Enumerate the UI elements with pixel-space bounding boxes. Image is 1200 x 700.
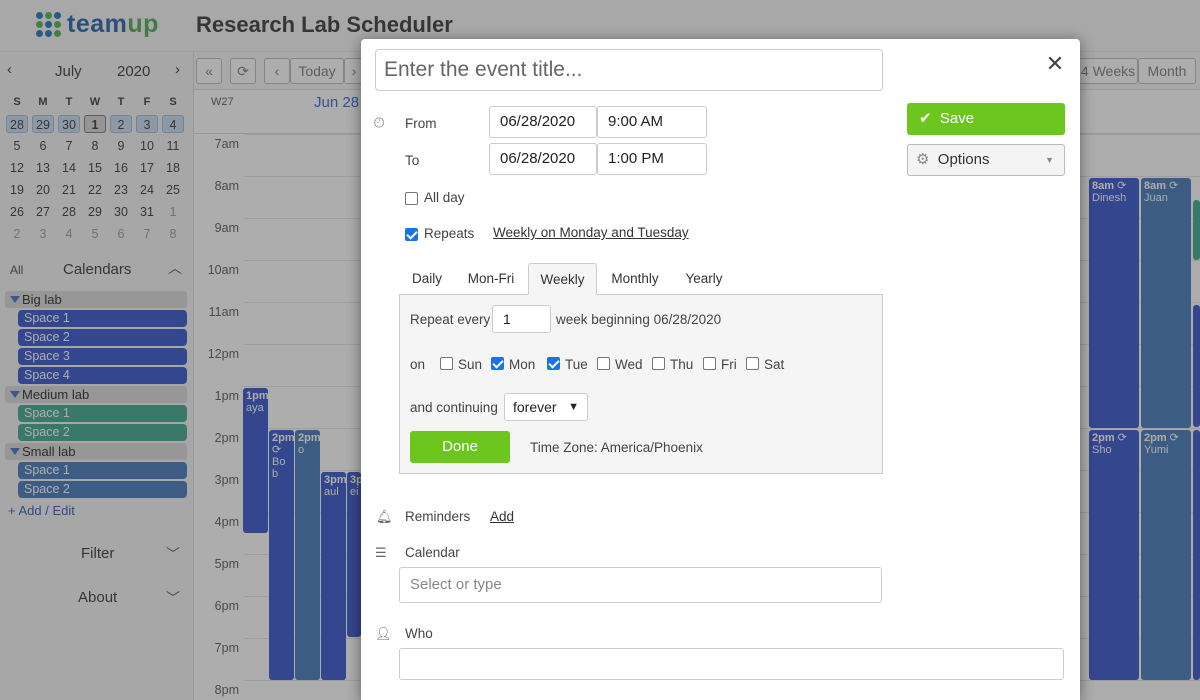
tab-mon-fri[interactable]: Mon-Fri bbox=[459, 263, 523, 295]
caret-down-icon: ▼ bbox=[1045, 155, 1054, 165]
weekday-label: Tue bbox=[565, 357, 588, 372]
continuing-label: and continuing bbox=[410, 400, 498, 415]
check-icon: ✔ bbox=[919, 110, 932, 127]
weekday-label: Sat bbox=[764, 357, 785, 372]
weekday-checkbox-mon[interactable] bbox=[491, 357, 504, 370]
to-date-field[interactable]: 06/28/2020 bbox=[489, 143, 597, 175]
from-time-field[interactable]: 9:00 AM bbox=[597, 106, 707, 138]
clock-icon: 🕘︎ bbox=[374, 115, 385, 130]
repeats-checkbox[interactable] bbox=[405, 228, 418, 241]
continuing-value: forever bbox=[513, 399, 557, 415]
all-day-label: All day bbox=[424, 190, 465, 205]
weekday-checkbox-sat[interactable] bbox=[746, 357, 759, 370]
tab-weekly[interactable]: Weekly bbox=[528, 263, 597, 295]
week-beginning-text: week beginning 06/28/2020 bbox=[556, 312, 722, 327]
event-title-input[interactable] bbox=[375, 49, 883, 91]
to-time-field[interactable]: 1:00 PM bbox=[597, 143, 707, 175]
calendar-select-input[interactable]: Select or type bbox=[399, 567, 882, 603]
repeat-every-label: Repeat every bbox=[410, 312, 491, 327]
weekday-label: Wed bbox=[615, 357, 643, 372]
who-label: Who bbox=[405, 626, 433, 641]
repeats-summary-link[interactable]: Weekly on Monday and Tuesday bbox=[493, 225, 689, 240]
calendar-label: Calendar bbox=[405, 545, 460, 560]
event-editor-dialog: ✕ 🕘︎ From 06/28/2020 9:00 AM To 06/28/20… bbox=[361, 39, 1080, 700]
tab-monthly[interactable]: Monthly bbox=[603, 263, 667, 295]
weekday-label: Sun bbox=[458, 357, 483, 372]
repeat-every-input[interactable]: 1 bbox=[492, 305, 551, 333]
weekday-label: Mon bbox=[509, 357, 536, 372]
all-day-checkbox[interactable] bbox=[405, 192, 418, 205]
reminders-label: Reminders bbox=[405, 509, 471, 524]
weekday-checkbox-thu[interactable] bbox=[652, 357, 665, 370]
who-input[interactable] bbox=[399, 648, 1064, 680]
weekday-checkbox-tue[interactable] bbox=[547, 357, 560, 370]
add-reminder-link[interactable]: Add bbox=[490, 509, 514, 524]
repeats-label: Repeats bbox=[424, 226, 475, 241]
save-button[interactable]: ✔ Save bbox=[907, 103, 1065, 135]
repeat-settings-panel: Repeat every 1 week beginning 06/28/2020… bbox=[399, 294, 883, 474]
weekday-label: Thu bbox=[670, 357, 694, 372]
options-label: Options bbox=[937, 151, 990, 168]
from-date-field[interactable]: 06/28/2020 bbox=[489, 106, 597, 138]
gear-icon: ⚙ bbox=[916, 151, 930, 168]
tab-yearly[interactable]: Yearly bbox=[677, 263, 731, 295]
to-label: To bbox=[405, 153, 420, 168]
done-button[interactable]: Done bbox=[410, 431, 510, 463]
list-icon: ☰ bbox=[375, 545, 387, 560]
save-label: Save bbox=[939, 110, 975, 127]
continuing-select[interactable]: forever ▼ bbox=[504, 393, 588, 421]
caret-down-icon: ▼ bbox=[568, 401, 579, 413]
on-label: on bbox=[410, 357, 426, 372]
from-label: From bbox=[405, 116, 437, 131]
weekday-checkbox-fri[interactable] bbox=[703, 357, 716, 370]
bell-icon: 🔔︎ bbox=[376, 509, 393, 524]
weekday-label: Fri bbox=[721, 357, 737, 372]
tab-daily[interactable]: Daily bbox=[403, 263, 451, 295]
person-icon: 👤︎ bbox=[375, 626, 392, 641]
close-icon[interactable]: ✕ bbox=[1044, 53, 1066, 75]
options-button[interactable]: ⚙ Options ▼ bbox=[907, 144, 1065, 176]
weekday-checkbox-wed[interactable] bbox=[597, 357, 610, 370]
weekday-checkbox-sun[interactable] bbox=[440, 357, 453, 370]
timezone-text: Time Zone: America/Phoenix bbox=[530, 440, 703, 455]
